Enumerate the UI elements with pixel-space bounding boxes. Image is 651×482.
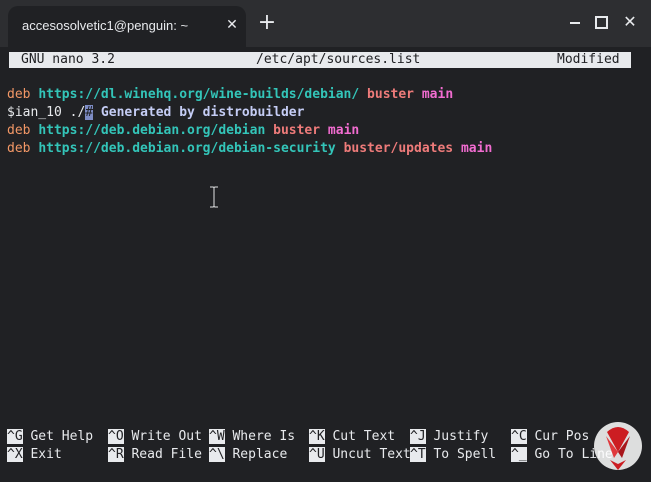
line-keyword: deb bbox=[7, 123, 31, 138]
shortcut-key: ^W bbox=[209, 429, 225, 444]
line-keyword: deb bbox=[7, 141, 31, 156]
shortcut-label: To Spell bbox=[433, 447, 497, 462]
source-line[interactable]: $ian_10 ./# Generated by distrobuilder bbox=[7, 104, 492, 122]
tab-title: accesosolvetic1@penguin: ~ bbox=[22, 18, 189, 33]
title-bar: accesosolvetic1@penguin: ~ ✕ + ✕ bbox=[0, 0, 651, 47]
maximize-button[interactable] bbox=[591, 12, 611, 32]
shortcut-key: ^T bbox=[410, 447, 426, 462]
solvetic-logo-icon bbox=[594, 422, 642, 470]
shortcut-cur-pos: ^C Cur Pos bbox=[511, 428, 589, 446]
shortcut-key: ^X bbox=[7, 447, 23, 462]
shortcut-label: Exit bbox=[30, 447, 62, 462]
line-suite: buster bbox=[273, 123, 321, 138]
shortcut-key: ^G bbox=[7, 429, 23, 444]
shortcut-write-out: ^O Write Out bbox=[108, 428, 202, 446]
shortcut-label: Where Is bbox=[232, 429, 296, 444]
shortcut-label: Uncut Text bbox=[332, 447, 411, 462]
ibeam-cursor-icon bbox=[210, 186, 218, 208]
line-url: https://deb.debian.org/debian-security bbox=[38, 141, 336, 156]
shortcut-key: ^K bbox=[309, 429, 325, 444]
terminal-tab[interactable]: accesosolvetic1@penguin: ~ ✕ bbox=[8, 6, 246, 47]
shortcut-key: ^J bbox=[410, 429, 426, 444]
new-tab-button[interactable]: + bbox=[256, 12, 278, 34]
shortcut-label: Get Help bbox=[30, 429, 94, 444]
shortcut-uncut-text: ^U Uncut Text bbox=[309, 446, 411, 464]
text-cursor: # bbox=[85, 105, 94, 120]
line-component: main bbox=[327, 123, 360, 138]
shortcut-label: Read File bbox=[131, 447, 202, 462]
line-component: main bbox=[421, 87, 454, 102]
shortcut-label: Justify bbox=[433, 429, 489, 444]
line-suite: buster bbox=[367, 87, 415, 102]
shortcut-key: ^R bbox=[108, 447, 124, 462]
source-line[interactable]: deb https://deb.debian.org/debian buster… bbox=[7, 122, 492, 140]
nano-version: GNU nano 3.2 bbox=[21, 52, 115, 67]
shortcut-bar: ^G Get Help ^X Exit ^O Write Out ^R Read… bbox=[7, 428, 647, 464]
shortcut-cut-text: ^K Cut Text bbox=[309, 428, 395, 446]
file-name: /etc/apt/sources.list bbox=[256, 52, 421, 67]
shortcut-justify: ^J Justify bbox=[410, 428, 488, 446]
shortcut-label: Replace bbox=[232, 447, 288, 462]
line-keyword: deb bbox=[7, 87, 31, 102]
shortcut-key: ^U bbox=[309, 447, 325, 462]
line-suite: buster/updates bbox=[343, 141, 454, 156]
line-url: https://deb.debian.org/debian bbox=[38, 123, 266, 138]
shortcut-key: ^O bbox=[108, 429, 124, 444]
shortcut-key: ^\ bbox=[209, 447, 225, 462]
editor-area[interactable]: deb https://dl.winehq.org/wine-builds/de… bbox=[7, 86, 492, 158]
shortcut-label: Cut Text bbox=[332, 429, 396, 444]
shortcut-where-is: ^W Where Is bbox=[209, 428, 295, 446]
shortcut-get-help: ^G Get Help bbox=[7, 428, 93, 446]
shortcut-label: Write Out bbox=[131, 429, 202, 444]
line-url: https://dl.winehq.org/wine-builds/debian… bbox=[38, 87, 360, 102]
line-component: main bbox=[460, 141, 493, 156]
shortcut-read-file: ^R Read File bbox=[108, 446, 202, 464]
shortcut-to-spell: ^T To Spell bbox=[410, 446, 496, 464]
line-prefix: $ian_10 ./ bbox=[7, 105, 86, 120]
minimize-button[interactable] bbox=[565, 12, 585, 32]
shortcut-label: Cur Pos bbox=[534, 429, 590, 444]
shortcut-key: ^C bbox=[511, 429, 527, 444]
close-window-button[interactable]: ✕ bbox=[620, 12, 640, 32]
shortcut-exit: ^X Exit bbox=[7, 446, 62, 464]
shortcut-replace: ^\ Replace bbox=[209, 446, 287, 464]
source-line[interactable]: deb https://deb.debian.org/debian-securi… bbox=[7, 140, 492, 158]
source-line[interactable]: deb https://dl.winehq.org/wine-builds/de… bbox=[7, 86, 492, 104]
line-comment: Generated by distrobuilder bbox=[93, 105, 305, 120]
modified-status: Modified bbox=[557, 52, 620, 67]
shortcut-key: ^_ bbox=[511, 447, 527, 462]
nano-header-bar: GNU nano 3.2 /etc/apt/sources.list Modif… bbox=[9, 52, 631, 68]
tab-close-icon[interactable]: ✕ bbox=[224, 17, 240, 33]
